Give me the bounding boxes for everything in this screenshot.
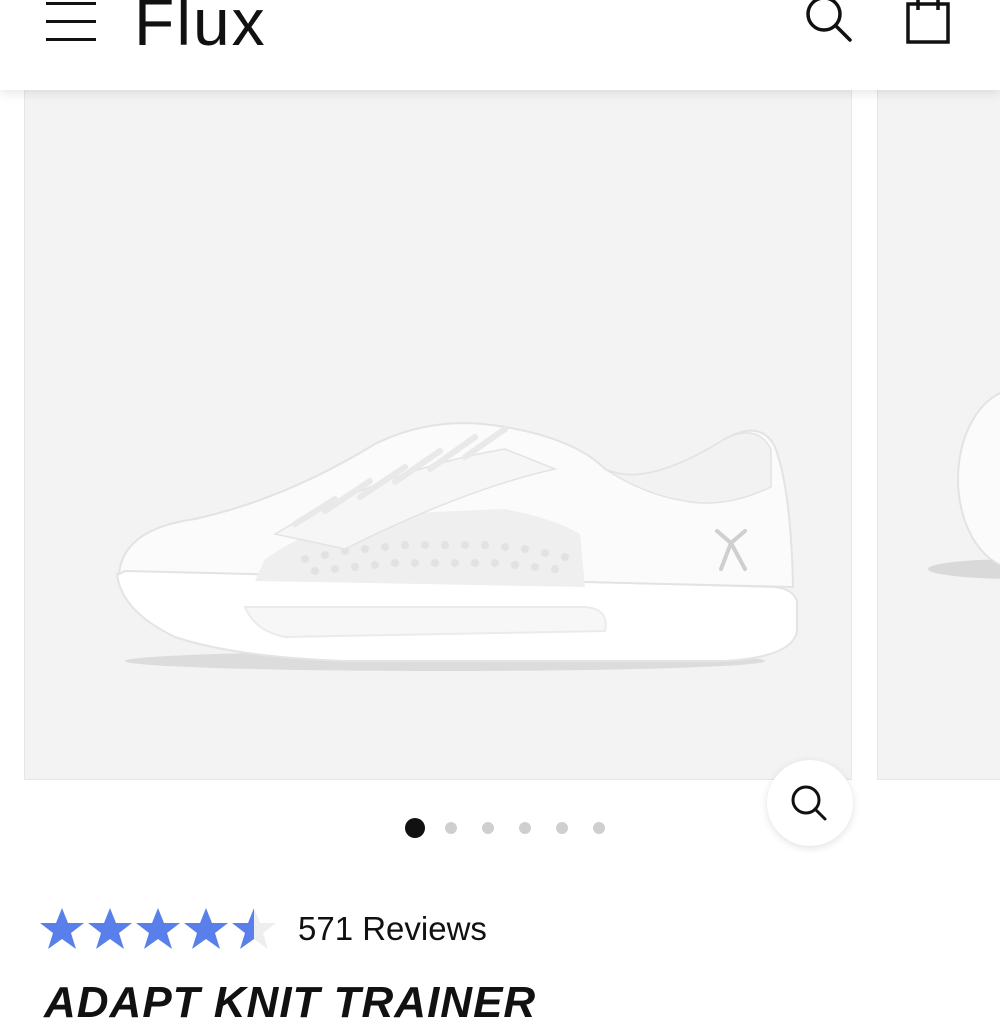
search-button[interactable] <box>800 0 856 48</box>
next-product-image <box>928 392 1000 579</box>
menu-button[interactable] <box>44 0 100 44</box>
product-image-slide[interactable] <box>24 88 853 846</box>
zoom-magnifier-icon <box>791 785 827 821</box>
hamburger-line <box>46 20 96 23</box>
shopping-bag-icon <box>906 0 950 44</box>
product-image <box>115 422 798 671</box>
rating-stars <box>38 905 278 953</box>
hamburger-menu-icon <box>46 2 96 5</box>
carousel-dot[interactable] <box>405 818 425 838</box>
carousel-dot[interactable] <box>482 822 494 834</box>
search-icon <box>806 0 852 42</box>
carousel-dot[interactable] <box>519 822 531 834</box>
product-title: ADAPT KNIT TRAINER <box>44 978 537 1027</box>
hamburger-line <box>46 38 96 41</box>
cart-button[interactable] <box>900 0 956 48</box>
star-icon <box>40 908 84 949</box>
reviews-link[interactable]: 571 Reviews <box>298 910 487 948</box>
half-star-icon <box>232 908 276 949</box>
star-icon <box>136 908 180 949</box>
next-product-image-slide[interactable] <box>877 88 1000 780</box>
zoom-button[interactable] <box>767 760 853 846</box>
star-icon <box>88 908 132 949</box>
carousel-dot[interactable] <box>445 822 457 834</box>
carousel-pagination <box>405 816 630 840</box>
carousel-dot[interactable] <box>556 822 568 834</box>
brand-logo[interactable]: Flux <box>134 0 267 62</box>
product-rating[interactable]: 571 Reviews <box>38 900 487 958</box>
site-header: Flux <box>0 0 1000 90</box>
carousel-dot[interactable] <box>593 822 605 834</box>
star-icon <box>184 908 228 949</box>
